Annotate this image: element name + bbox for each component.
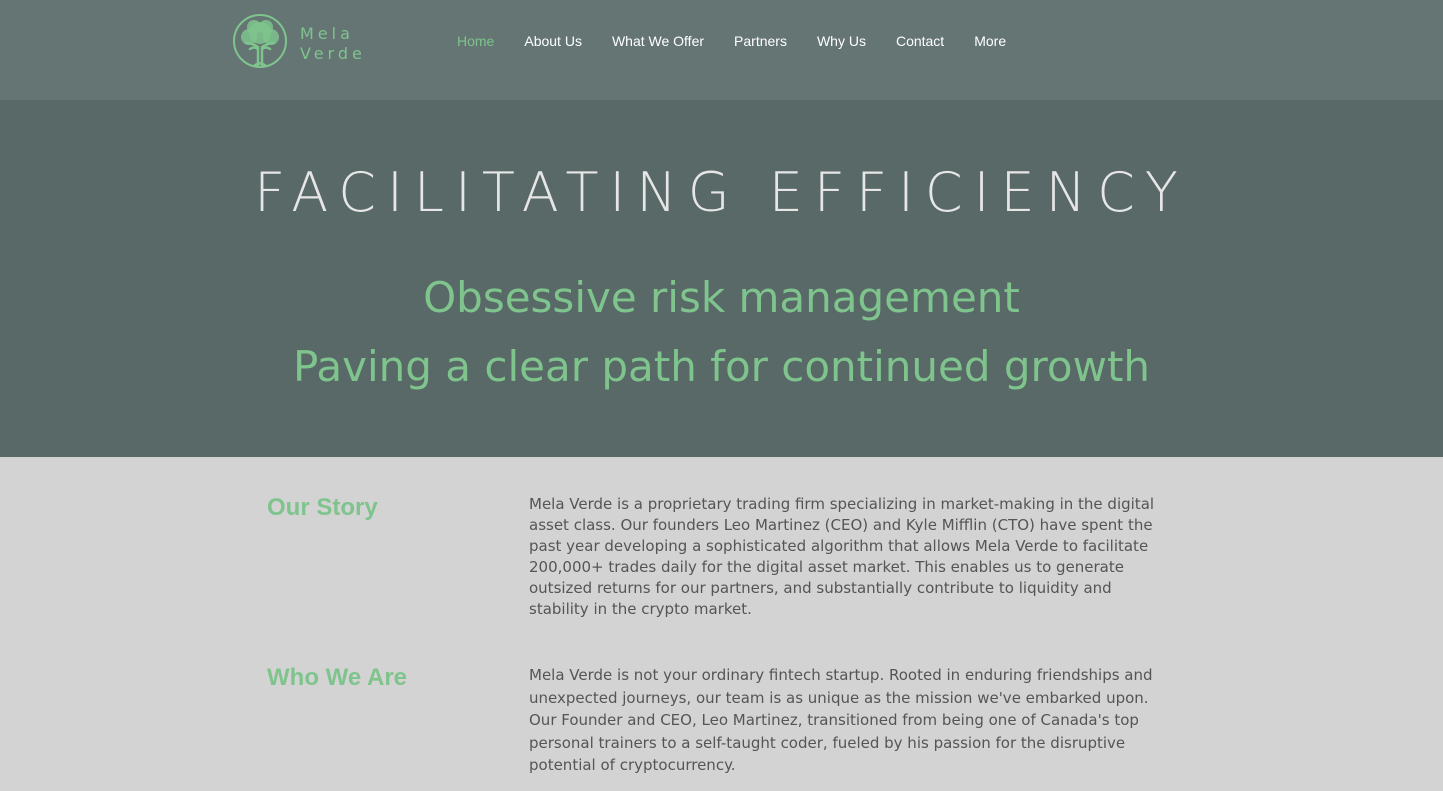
- main-nav: Home About Us What We Offer Partners Why…: [442, 30, 1021, 52]
- nav-partners[interactable]: Partners: [719, 30, 802, 52]
- brand-name-line2: Verde: [300, 44, 366, 63]
- nav-more[interactable]: More: [959, 30, 1021, 52]
- nav-home[interactable]: Home: [442, 30, 509, 52]
- site-header: Mela Verde Home About Us What We Offer P…: [0, 0, 1443, 100]
- brand-name[interactable]: Mela Verde: [300, 24, 366, 64]
- nav-what-we-offer[interactable]: What We Offer: [597, 30, 719, 52]
- hero-title: FACILITATING EFFICIENCY: [254, 161, 1189, 224]
- our-story-body: Mela Verde is a proprietary trading firm…: [529, 495, 1155, 618]
- nav-why-us[interactable]: Why Us: [802, 30, 881, 52]
- who-we-are-body: Mela Verde is not your ordinary fintech …: [529, 666, 1153, 774]
- hero-section: FACILITATING EFFICIENCY Obsessive risk m…: [0, 100, 1443, 457]
- who-we-are-title: Who We Are: [267, 664, 408, 691]
- nav-contact[interactable]: Contact: [881, 30, 959, 52]
- nav-about-us[interactable]: About Us: [509, 30, 597, 52]
- our-story-title: Our Story: [267, 494, 378, 521]
- hero-subtitle-1: Obsessive risk management: [423, 273, 1020, 322]
- brand-name-line1: Mela: [300, 24, 354, 43]
- tree-icon[interactable]: [232, 13, 288, 69]
- hero-subtitle-2: Paving a clear path for continued growth: [292, 342, 1151, 391]
